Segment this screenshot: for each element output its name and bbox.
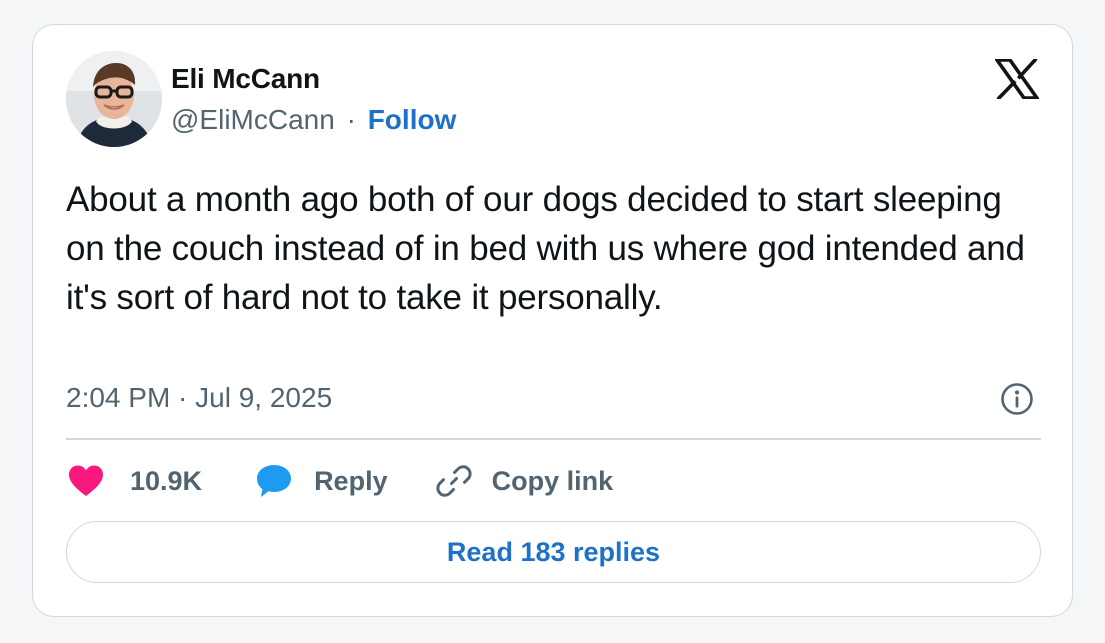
tweet-card: Eli McCann @EliMcCann · Follow About a m… [32,24,1073,617]
tweet-text: About a month ago both of our dogs decid… [66,180,1025,317]
avatar[interactable] [66,51,162,147]
copy-link-button[interactable]: Copy link [434,461,614,501]
author-name[interactable]: Eli McCann [171,63,320,95]
author-handle-row: @EliMcCann · Follow [171,104,456,136]
heart-icon [66,461,108,501]
reply-label: Reply [314,465,388,496]
read-replies-button[interactable]: Read 183 replies [66,521,1041,583]
reply-button[interactable]: Reply [254,461,388,501]
like-count: 10.9K [130,465,203,496]
author-handle[interactable]: @EliMcCann [171,104,335,135]
x-logo-icon[interactable] [993,57,1041,101]
like-button[interactable]: 10.9K [66,461,202,501]
link-icon [434,461,476,501]
follow-button[interactable]: Follow [368,104,457,135]
separator-dot: · [346,104,356,135]
copy-link-label: Copy link [491,465,614,496]
divider [66,438,1041,440]
speech-bubble-icon [254,461,296,501]
action-bar: 10.9K Reply Copy link [66,461,613,501]
info-icon[interactable] [1000,382,1034,416]
tweet-timestamp[interactable]: 2:04 PM · Jul 9, 2025 [66,382,332,414]
